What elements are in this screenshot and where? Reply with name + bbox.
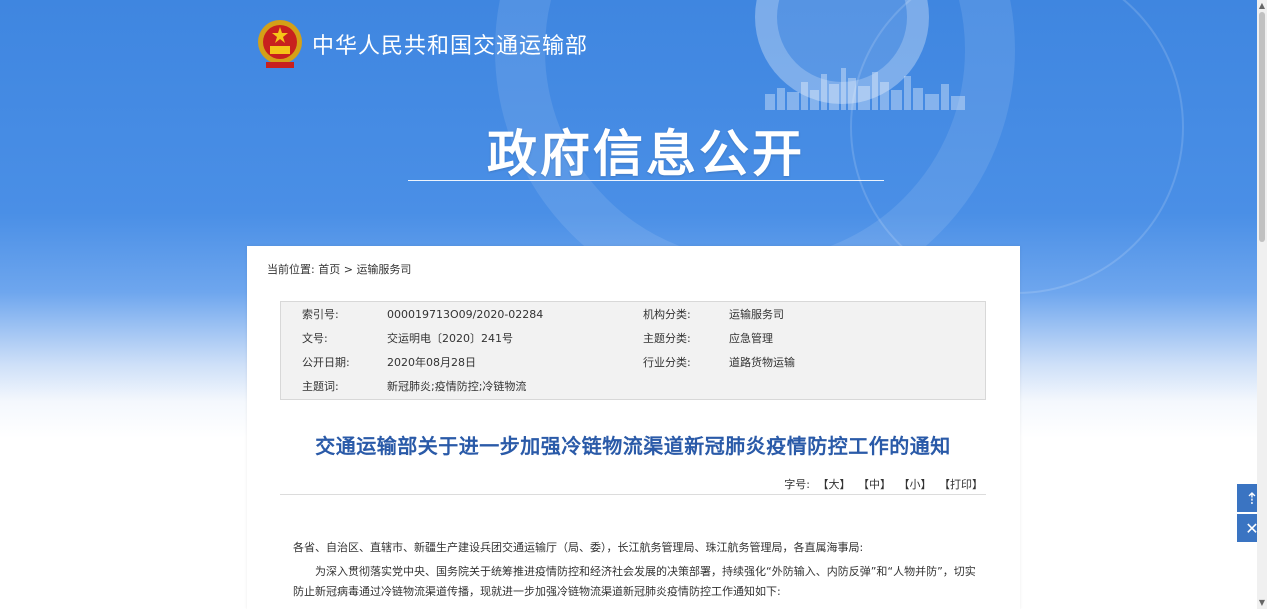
body-paragraph: 为深入贯彻落实党中央、国务院关于统筹推进疫情防控和经济社会发展的决策部署，持续强… — [293, 565, 976, 598]
meta-value: 2020年08月28日 — [387, 356, 476, 369]
site-logo[interactable]: 中华人民共和国交通运输部 — [256, 18, 588, 70]
scrollbar[interactable]: ▲ ▼ — [1257, 0, 1267, 609]
meta-key: 公开日期: — [302, 356, 350, 369]
meta-value: 交运明电〔2020〕241号 — [387, 332, 513, 345]
meta-row: 索引号: 000019713O09/2020-02284 机构分类: 运输服务司 — [281, 303, 985, 327]
content-card: 当前位置: 首页 > 运输服务司 索引号: 000019713O09/2020-… — [247, 246, 1020, 609]
meta-key: 索引号: — [302, 308, 339, 321]
meta-row: 文号: 交运明电〔2020〕241号 主题分类: 应急管理 — [281, 327, 985, 351]
scroll-down-icon[interactable]: ▼ — [1257, 597, 1267, 609]
meta-value: 道路货物运输 — [729, 356, 795, 369]
meta-row: 公开日期: 2020年08月28日 行业分类: 道路货物运输 — [281, 351, 985, 375]
document-meta-table: 索引号: 000019713O09/2020-02284 机构分类: 运输服务司… — [280, 301, 986, 400]
meta-value: 新冠肺炎;疫情防控;冷链物流 — [387, 380, 527, 393]
font-small-button[interactable]: 【小】 — [899, 478, 932, 491]
font-medium-button[interactable]: 【中】 — [858, 478, 891, 491]
breadcrumb-prefix: 当前位置: — [267, 263, 315, 276]
addressee-paragraph: 各省、自治区、直辖市、新疆生产建设兵团交通运输厅（局、委），长江航务管理局、珠江… — [293, 541, 864, 554]
document-body: 各省、自治区、直辖市、新疆生产建设兵团交通运输厅（局、委），长江航务管理局、珠江… — [293, 538, 983, 602]
divider — [280, 494, 986, 495]
meta-key: 行业分类: — [643, 356, 691, 369]
meta-key: 文号: — [302, 332, 328, 345]
meta-value: 应急管理 — [729, 332, 773, 345]
meta-key: 机构分类: — [643, 308, 691, 321]
breadcrumb-home-link[interactable]: 首页 — [318, 263, 340, 276]
document-title: 交通运输部关于进一步加强冷链物流渠道新冠肺炎疫情防控工作的通知 — [315, 434, 951, 458]
meta-key: 主题词: — [302, 380, 339, 393]
font-size-label: 字号: — [784, 478, 810, 491]
meta-row: 主题词: 新冠肺炎;疫情防控;冷链物流 — [281, 375, 985, 399]
meta-value: 000019713O09/2020-02284 — [387, 308, 544, 321]
breadcrumb: 当前位置: 首页 > 运输服务司 — [267, 261, 411, 277]
meta-value: 运输服务司 — [729, 308, 784, 321]
breadcrumb-current-link[interactable]: 运输服务司 — [356, 263, 411, 276]
scroll-thumb[interactable] — [1259, 12, 1265, 242]
site-name: 中华人民共和国交通运输部 — [312, 34, 589, 59]
print-button[interactable]: 【打印】 — [939, 478, 983, 491]
font-large-button[interactable]: 【大】 — [818, 478, 851, 491]
meta-key: 主题分类: — [643, 332, 691, 345]
hero-underline — [408, 180, 884, 181]
skyline-graphic — [765, 68, 965, 110]
hero-title: 政府信息公开 — [487, 125, 805, 183]
national-emblem-icon — [256, 18, 304, 70]
scroll-up-icon[interactable]: ▲ — [1257, 0, 1267, 12]
breadcrumb-separator: > — [343, 263, 353, 276]
font-size-tools: 字号: 【大】 【中】 【小】 【打印】 — [784, 476, 983, 492]
